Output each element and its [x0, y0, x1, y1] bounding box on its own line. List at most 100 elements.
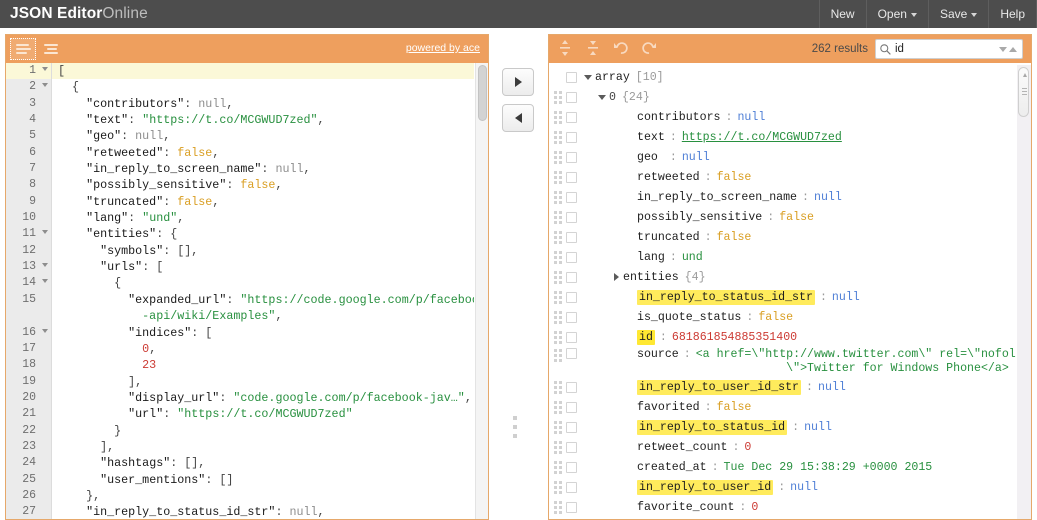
fold-toggle-icon[interactable]: [42, 230, 48, 235]
drag-handle-icon[interactable]: [553, 230, 563, 244]
row-retweeted[interactable]: retweeted: false: [549, 167, 1031, 187]
row-array[interactable]: array [10]: [549, 67, 1031, 87]
tree-value[interactable]: false: [717, 231, 752, 244]
tree-value[interactable]: 0: [744, 441, 751, 454]
chevron-up-icon[interactable]: [1009, 46, 1017, 52]
tree-key[interactable]: source: [637, 348, 679, 361]
tree-value[interactable]: <a href=\"http://www.twitter.com\" rel=\…: [696, 348, 1031, 376]
row-checkbox[interactable]: [566, 191, 577, 203]
row-retweet-count[interactable]: retweet_count:0: [549, 437, 1031, 457]
drag-handle-icon[interactable]: [553, 380, 563, 394]
tree-value[interactable]: null: [832, 291, 860, 304]
fold-toggle-icon[interactable]: [42, 328, 48, 333]
row-checkbox[interactable]: [566, 331, 577, 343]
tree-key[interactable]: in_reply_to_user_id: [637, 479, 774, 495]
row-text[interactable]: text: https://t.co/MCGWUD7zed: [549, 127, 1031, 147]
row-id[interactable]: id:681861854885351400: [549, 327, 1031, 347]
code-line[interactable]: {: [52, 275, 474, 291]
code-line[interactable]: "display_url": "code.google.com/p/facebo…: [52, 390, 474, 406]
code-line[interactable]: "contributors": null,: [52, 96, 474, 112]
code-line[interactable]: ],: [52, 439, 474, 455]
undo-icon[interactable]: [611, 38, 633, 60]
format-icon[interactable]: [38, 38, 64, 60]
code-line[interactable]: "user_mentions": []: [52, 472, 474, 488]
tree-key[interactable]: created_at: [637, 461, 707, 474]
tree-key[interactable]: in_reply_to_user_id_str: [637, 379, 802, 395]
code-line[interactable]: "in_reply_to_screen_name": null,: [52, 161, 474, 177]
tree-value[interactable]: false: [717, 171, 752, 184]
code-content[interactable]: [ { "contributors": null, "text": "https…: [52, 63, 474, 519]
code-line[interactable]: "retweeted": false,: [52, 145, 474, 161]
drag-handle-icon[interactable]: [553, 290, 563, 304]
code-line[interactable]: "truncated": false,: [52, 194, 474, 210]
tree-value[interactable]: false: [779, 211, 814, 224]
tree-vertical-scrollbar[interactable]: [1017, 65, 1031, 519]
row-checkbox[interactable]: [566, 231, 577, 243]
drag-handle-icon[interactable]: [553, 330, 563, 344]
fold-toggle-icon[interactable]: [42, 279, 48, 284]
row-contributors[interactable]: contributors: null: [549, 107, 1031, 127]
pane-splitter-handle[interactable]: [513, 416, 517, 438]
row-truncated[interactable]: truncated: false: [549, 227, 1031, 247]
drag-handle-icon[interactable]: [553, 270, 563, 284]
row-checkbox[interactable]: [566, 481, 577, 493]
tree-value[interactable]: null: [814, 191, 842, 204]
code-line[interactable]: }: [52, 423, 474, 439]
row-checkbox[interactable]: [566, 381, 577, 393]
row-checkbox[interactable]: [566, 348, 577, 359]
fold-toggle-icon[interactable]: [42, 83, 48, 88]
tree-key[interactable]: entities: [623, 271, 679, 284]
menu-save[interactable]: Save: [927, 0, 988, 28]
drag-handle-icon[interactable]: [553, 130, 563, 144]
drag-handle-icon[interactable]: [553, 440, 563, 454]
tree-key[interactable]: favorited: [637, 401, 700, 414]
compact-icon[interactable]: [10, 38, 36, 60]
tree-key[interactable]: lang: [637, 251, 665, 264]
tree-value[interactable]: 681861854885351400: [672, 331, 797, 344]
code-line[interactable]: "urls": [: [52, 259, 474, 275]
tree-value[interactable]: false: [758, 311, 793, 324]
search-input[interactable]: id: [892, 43, 999, 55]
menu-help[interactable]: Help: [988, 0, 1037, 28]
tree-value[interactable]: https://t.co/MCGWUD7zed: [682, 131, 842, 144]
collapse-all-icon[interactable]: [583, 38, 605, 60]
row-checkbox[interactable]: [566, 251, 577, 263]
search-box[interactable]: id: [875, 39, 1023, 59]
tree-key[interactable]: contributors: [637, 111, 721, 124]
row-checkbox[interactable]: [566, 421, 577, 433]
row-created-at[interactable]: created_at: Tue Dec 29 15:38:29 +0000 201…: [549, 457, 1031, 477]
drag-handle-icon[interactable]: [553, 460, 563, 474]
editor-vertical-scrollbar[interactable]: [475, 63, 488, 519]
tree-key[interactable]: in_reply_to_status_id_str: [637, 289, 815, 305]
code-line[interactable]: "symbols": [],: [52, 243, 474, 259]
code-line[interactable]: "geo": null,: [52, 128, 474, 144]
row-geo[interactable]: geo: null: [549, 147, 1031, 167]
tree-key[interactable]: possibly_sensitive: [637, 211, 762, 224]
tree-key[interactable]: truncated: [637, 231, 700, 244]
code-line[interactable]: "expanded_url": "https://code.google.com…: [52, 292, 474, 308]
tree-value[interactable]: null: [682, 151, 710, 164]
code-line[interactable]: "lang": "und",: [52, 210, 474, 226]
chevron-down-icon[interactable]: [999, 46, 1007, 52]
row-checkbox[interactable]: [566, 211, 577, 223]
drag-handle-icon[interactable]: [553, 400, 563, 414]
code-line[interactable]: [: [52, 63, 474, 80]
row-in-reply-to-status-id[interactable]: in_reply_to_status_id: null: [549, 417, 1031, 437]
tree-key[interactable]: retweeted: [637, 171, 700, 184]
row-checkbox[interactable]: [566, 501, 577, 513]
row-checkbox[interactable]: [566, 151, 577, 163]
fold-toggle-icon[interactable]: [42, 67, 48, 71]
row-checkbox[interactable]: [566, 111, 577, 123]
drag-handle-icon[interactable]: [553, 500, 563, 514]
row-source[interactable]: source: <a href=\"http://www.twitter.com\…: [549, 347, 1031, 377]
row-in-reply-to-screen-name[interactable]: in_reply_to_screen_name: null: [549, 187, 1031, 207]
tree-value[interactable]: Tue Dec 29 15:38:29 +0000 2015: [724, 461, 933, 474]
ace-editor[interactable]: 1 2 3 4 5 6 7 8 9 10 11 12 13 14 15 16 17 18 19 20 21 22 23 24 2…: [6, 63, 488, 519]
drag-handle-icon[interactable]: [553, 150, 563, 164]
tree-key[interactable]: in_reply_to_status_id: [637, 419, 788, 435]
row-checkbox[interactable]: [566, 71, 577, 83]
row-id-str[interactable]: id_str:681861854885351424: [549, 517, 1031, 519]
code-line[interactable]: },: [52, 488, 474, 504]
drag-handle-icon[interactable]: [553, 348, 563, 362]
drag-handle-icon[interactable]: [553, 170, 563, 184]
